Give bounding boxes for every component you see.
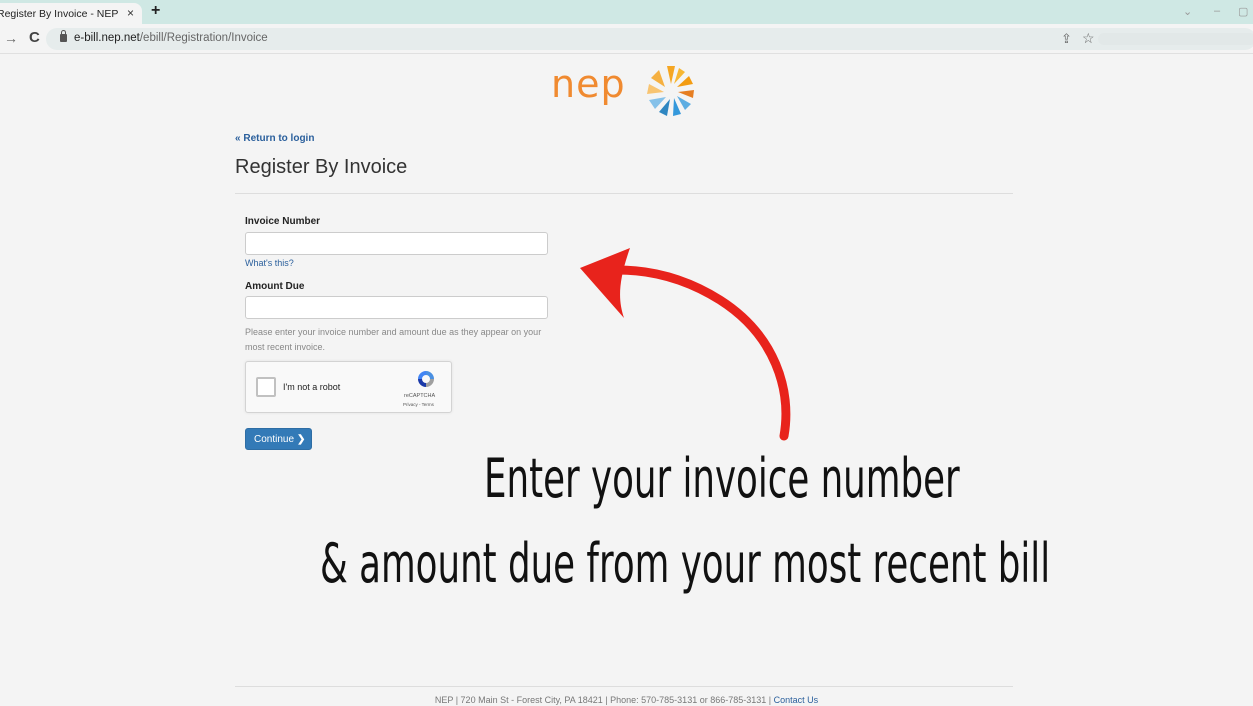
browser-tab-bar: Register By Invoice - NEP × + ⌄ – ▢ <box>0 0 1253 24</box>
whats-this-link[interactable]: What's this? <box>245 258 294 268</box>
browser-tab[interactable]: Register By Invoice - NEP × <box>0 3 142 24</box>
recaptcha-label: I'm not a robot <box>283 382 341 392</box>
footer-divider <box>235 686 1013 687</box>
red-curved-arrow-icon <box>580 248 791 441</box>
chevron-right-icon: ❯ <box>297 433 306 445</box>
bookmark-star-icon[interactable]: ☆ <box>1082 30 1095 47</box>
nep-logo: nep <box>551 62 701 126</box>
tab-close-icon[interactable]: × <box>127 6 134 20</box>
return-to-login-link[interactable]: « Return to login <box>235 133 314 144</box>
logo-text: nep <box>551 62 626 106</box>
reload-icon[interactable]: C <box>29 29 40 46</box>
omnibox[interactable]: e-bill.nep.net/ebill/Registration/Invoic… <box>46 28 1253 50</box>
overlay-caption-line1: Enter your invoice number <box>484 447 960 510</box>
footer-address: NEP | 720 Main St - Forest City, PA 1842… <box>434 695 774 705</box>
tab-search-icon[interactable]: ⌄ <box>1183 5 1192 18</box>
minimize-button[interactable]: – <box>1214 5 1220 17</box>
overlay-caption-line2: & amount due from your most recent bill <box>320 532 1051 595</box>
page-title: Register By Invoice <box>235 156 408 178</box>
invoice-number-input[interactable] <box>245 232 548 255</box>
forward-arrow-icon[interactable]: → <box>4 30 18 46</box>
recaptcha-brand: reCAPTCHA <box>404 393 436 399</box>
contact-us-link[interactable]: Contact Us <box>774 695 819 705</box>
blurred-toolbar-area <box>1098 33 1253 45</box>
amount-due-label: Amount Due <box>245 281 305 292</box>
logo-sunburst-icon <box>647 66 694 116</box>
recaptcha-logo-icon <box>418 371 434 387</box>
amount-due-input[interactable] <box>245 296 548 319</box>
share-icon[interactable]: ⇪ <box>1061 31 1072 47</box>
tab-title: Register By Invoice - NEP <box>0 8 119 20</box>
restore-button[interactable]: ▢ <box>1238 5 1248 18</box>
lock-icon <box>60 30 67 42</box>
title-divider <box>235 193 1013 194</box>
continue-button[interactable]: Continue ❯ <box>245 428 312 450</box>
new-tab-button[interactable]: + <box>151 2 160 20</box>
invoice-number-label: Invoice Number <box>245 216 321 227</box>
address-bar: → C e-bill.nep.net/ebill/Registration/In… <box>0 24 1253 54</box>
footer: NEP | 720 Main St - Forest City, PA 1842… <box>0 695 1253 705</box>
recaptcha-privacy-terms-link[interactable]: Privacy - Terms <box>403 402 434 407</box>
recaptcha-widget: I'm not a robot reCAPTCHA Privacy - Term… <box>245 361 452 413</box>
double-chevron-left-icon: « <box>235 133 241 144</box>
url-text[interactable]: e-bill.nep.net/ebill/Registration/Invoic… <box>74 32 268 44</box>
form-help-text: Please enter your invoice number and amo… <box>245 327 542 352</box>
recaptcha-checkbox[interactable] <box>256 377 276 397</box>
